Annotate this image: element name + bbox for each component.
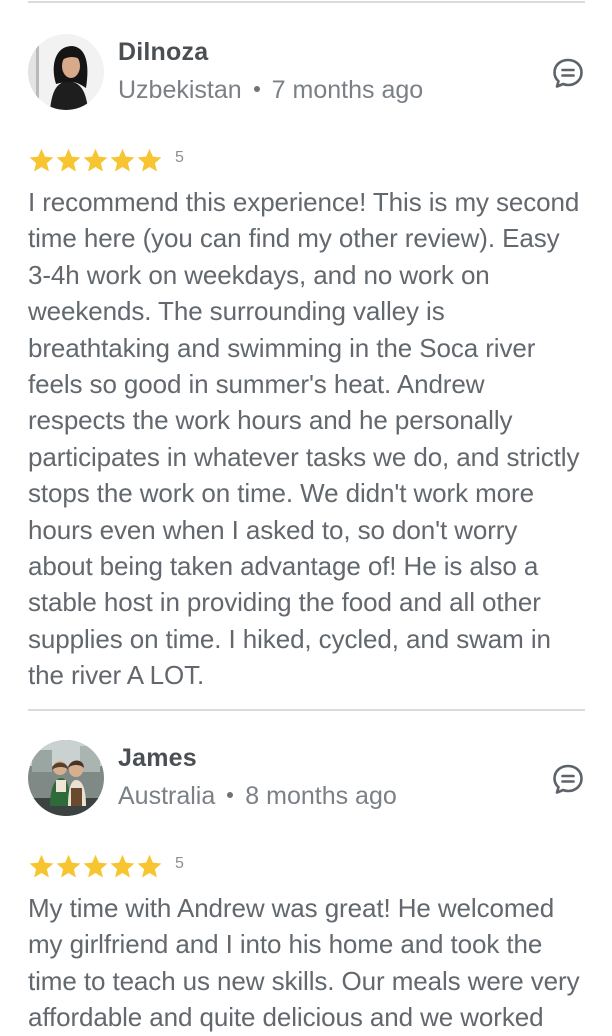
reviewer-name[interactable]: James — [118, 744, 197, 773]
star-icon — [110, 148, 135, 172]
reviewer-country: Uzbekistan — [118, 76, 242, 104]
reviewer-meta: Uzbekistan 7 months ago — [118, 76, 423, 105]
comment-icon[interactable] — [551, 56, 585, 90]
rating-row: 5 — [28, 848, 585, 884]
star-rating — [28, 147, 163, 174]
star-icon — [29, 854, 54, 878]
review-card: James Australia 8 months ago 5 My time wi… — [28, 740, 585, 1036]
review-header: Dilnoza Uzbekistan 7 months ago — [28, 34, 585, 114]
star-icon — [83, 854, 108, 878]
review-header: James Australia 8 months ago — [28, 740, 585, 820]
separator-dot — [227, 791, 234, 798]
review-text: I recommend this experience! This is my … — [28, 187, 580, 691]
review-time: 8 months ago — [245, 782, 397, 810]
star-icon — [110, 854, 135, 878]
rating-row: 5 — [28, 142, 585, 178]
reviewer-name[interactable]: Dilnoza — [118, 38, 208, 67]
comment-icon[interactable] — [551, 762, 585, 796]
star-icon — [29, 148, 54, 172]
star-icon — [137, 854, 162, 878]
avatar[interactable] — [28, 740, 104, 816]
star-rating — [28, 853, 163, 880]
top-divider — [28, 1, 585, 3]
rating-score: 5 — [175, 149, 184, 166]
avatar[interactable] — [28, 34, 104, 110]
star-icon — [56, 854, 81, 878]
star-icon — [83, 148, 108, 172]
review-text: My time with Andrew was great! He welcom… — [28, 893, 580, 1033]
separator-dot — [253, 85, 260, 92]
reviewer-meta: Australia 8 months ago — [118, 782, 397, 811]
star-icon — [56, 148, 81, 172]
review-card: Dilnoza Uzbekistan 7 months ago 5 I recom… — [28, 34, 585, 694]
review-time: 7 months ago — [271, 76, 424, 104]
review-divider — [28, 709, 585, 711]
star-icon — [137, 148, 162, 172]
reviewer-country: Australia — [118, 782, 216, 810]
rating-score: 5 — [175, 855, 184, 872]
